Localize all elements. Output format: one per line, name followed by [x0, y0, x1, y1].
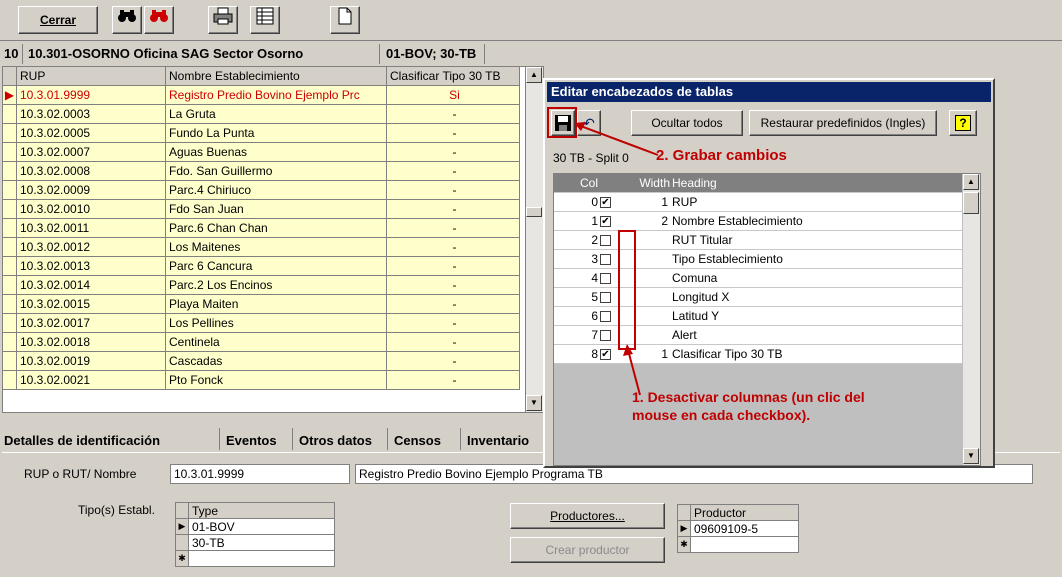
- annotation-arrows: [574, 122, 659, 396]
- checkbox-arrow: [627, 349, 641, 396]
- checkbox-arrowhead: [623, 344, 633, 356]
- save-arrow: [577, 124, 659, 156]
